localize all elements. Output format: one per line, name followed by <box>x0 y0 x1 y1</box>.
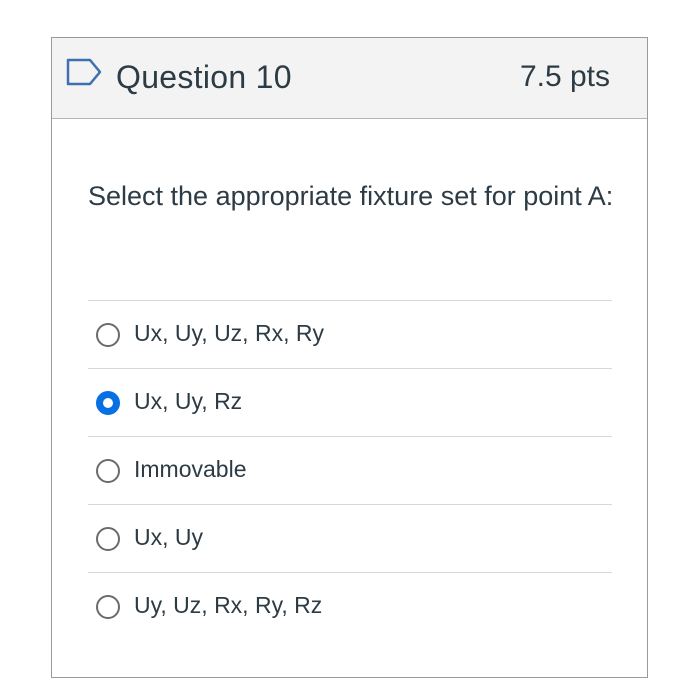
question-card: Question 10 7.5 pts Select the appropria… <box>51 37 648 678</box>
radio-button[interactable] <box>96 459 120 483</box>
bookmark-flag-icon[interactable] <box>66 58 104 86</box>
answer-option[interactable]: Ux, Uy, Uz, Rx, Ry <box>88 300 612 368</box>
radio-button[interactable] <box>96 595 120 619</box>
answer-label[interactable]: Ux, Uy <box>134 521 203 553</box>
question-points: 7.5 pts <box>519 60 610 93</box>
radio-button[interactable] <box>96 391 120 415</box>
radio-button[interactable] <box>96 527 120 551</box>
answer-option[interactable]: Ux, Uy, Rz <box>88 368 612 436</box>
question-text: Select the appropriate fixture set for p… <box>88 181 614 211</box>
answer-label[interactable]: Uy, Uz, Rx, Ry, Rz <box>134 589 322 621</box>
answer-label[interactable]: Ux, Uy, Uz, Rx, Ry <box>134 317 324 349</box>
answer-list: Ux, Uy, Uz, Rx, Ry Ux, Uy, Rz Immovable … <box>88 300 612 640</box>
answer-option[interactable]: Immovable <box>88 436 612 504</box>
question-title: Question 10 <box>116 59 292 95</box>
radio-button[interactable] <box>96 323 120 347</box>
answer-option[interactable]: Ux, Uy <box>88 504 612 572</box>
answer-option[interactable]: Uy, Uz, Rx, Ry, Rz <box>88 572 612 640</box>
answer-label[interactable]: Ux, Uy, Rz <box>134 385 242 417</box>
question-header: Question 10 7.5 pts <box>52 38 647 119</box>
answer-label[interactable]: Immovable <box>134 453 246 485</box>
